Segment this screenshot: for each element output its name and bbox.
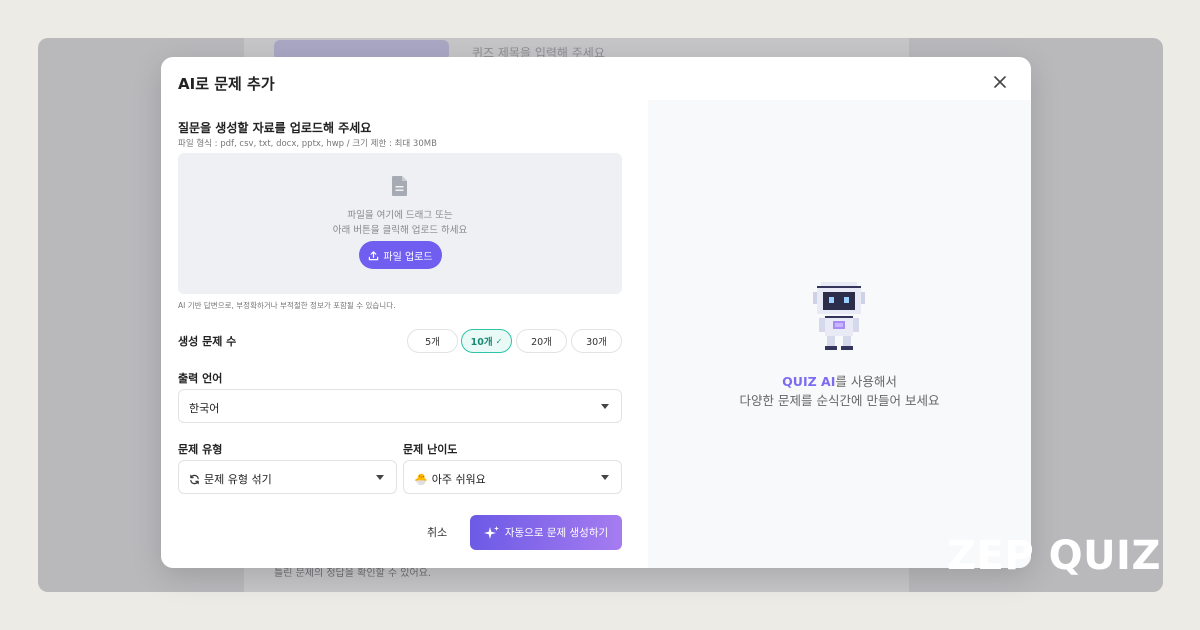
drop-instruction-line-1: 파일을 여기에 드래그 또는 xyxy=(347,210,453,221)
chick-icon: 🐣 xyxy=(414,472,428,486)
caret-down-icon xyxy=(601,404,609,409)
sparkle-icon xyxy=(483,525,499,539)
close-icon xyxy=(994,76,1006,88)
upload-file-hint: 파일 형식 : pdf, csv, txt, docx, pptx, hwp /… xyxy=(178,139,437,149)
upload-icon xyxy=(369,250,379,260)
caret-down-icon xyxy=(601,475,609,480)
promo-text-line-1: QUIZ AI를 사용해서 xyxy=(648,371,1031,390)
quiz-ai-brand: QUIZ AI xyxy=(782,374,836,389)
modal-title: AI로 문제 추가 xyxy=(178,75,275,93)
file-upload-button[interactable]: 파일 업로드 xyxy=(359,241,442,269)
output-language-label: 출력 언어 xyxy=(178,372,223,385)
difficulty-value: 아주 쉬워요 xyxy=(431,473,486,486)
promo-text-line-2: 다양한 문제를 순식간에 만들어 보세요 xyxy=(739,393,940,408)
difficulty-select[interactable]: 🐣 아주 쉬워요 xyxy=(403,460,622,494)
ai-question-modal: AI로 문제 추가 질문을 생성할 자료를 업로드해 주세요 파일 형식 : p… xyxy=(161,57,1031,568)
count-option-5[interactable]: 5개 xyxy=(407,329,458,353)
quiz-ai-promo-panel: QUIZ AI를 사용해서 다양한 문제를 순식간에 만들어 보세요 xyxy=(648,100,1031,568)
refresh-icon xyxy=(189,474,200,485)
zep-quiz-logo: ZEP QUIZ xyxy=(947,533,1161,579)
question-type-label: 문제 유형 xyxy=(178,443,223,456)
count-option-30[interactable]: 30개 xyxy=(571,329,622,353)
count-option-10[interactable]: 10개 ✓ xyxy=(461,329,512,353)
question-type-select[interactable]: 문제 유형 섞기 xyxy=(178,460,397,494)
count-option-label: 5개 xyxy=(425,337,440,348)
question-count-label: 생성 문제 수 xyxy=(178,335,237,348)
close-button[interactable] xyxy=(990,72,1010,92)
file-dropzone[interactable]: 파일을 여기에 드래그 또는 아래 버튼을 클릭해 업로드 하세요 파일 업로드 xyxy=(178,153,622,294)
count-option-label: 30개 xyxy=(586,337,607,348)
robot-mascot-icon xyxy=(813,282,865,350)
ai-disclaimer: AI 기반 답변으로, 부정확하거나 부적절한 정보가 포함될 수 있습니다. xyxy=(178,301,396,310)
cancel-button[interactable]: 취소 xyxy=(427,524,447,540)
document-icon xyxy=(392,176,407,196)
upload-section-title: 질문을 생성할 자료를 업로드해 주세요 xyxy=(178,121,372,135)
generate-questions-button[interactable]: 자동으로 문제 생성하기 xyxy=(470,515,622,550)
output-language-select[interactable]: 한국어 xyxy=(178,389,622,423)
count-option-label: 20개 xyxy=(531,337,552,348)
check-icon: ✓ xyxy=(495,336,503,346)
generate-questions-button-label: 자동으로 문제 생성하기 xyxy=(504,527,609,539)
file-upload-button-label: 파일 업로드 xyxy=(383,251,433,263)
promo-text-line-1-rest: 를 사용해서 xyxy=(835,374,897,389)
drop-instruction-line-2: 아래 버튼을 클릭해 업로드 하세요 xyxy=(332,225,468,236)
count-option-label: 10개 xyxy=(470,337,493,348)
caret-down-icon xyxy=(376,475,384,480)
difficulty-label: 문제 난이도 xyxy=(403,443,458,456)
question-type-value: 문제 유형 섞기 xyxy=(204,473,272,486)
count-option-20[interactable]: 20개 xyxy=(516,329,567,353)
output-language-value: 한국어 xyxy=(189,402,220,415)
